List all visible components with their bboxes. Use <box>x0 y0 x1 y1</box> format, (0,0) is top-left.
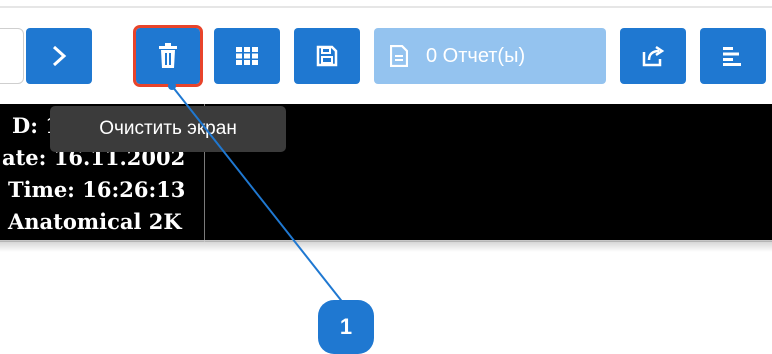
align-left-icon <box>723 46 743 66</box>
viewer-shadow <box>0 240 772 252</box>
input-field-edge[interactable] <box>0 28 24 84</box>
grid-layout-button[interactable] <box>214 28 280 84</box>
report-button[interactable]: 0 Отчет(ы) <box>374 28 606 84</box>
save-button[interactable] <box>294 28 360 84</box>
tooltip: Очистить экран <box>50 106 286 152</box>
toolbar: 0 Отчет(ы) <box>0 20 772 104</box>
report-count-label: 0 Отчет(ы) <box>426 44 526 67</box>
next-button[interactable] <box>26 28 92 84</box>
dicom-time-line: Time: 16:26:13 <box>8 177 186 202</box>
share-icon <box>641 44 665 68</box>
grid-icon <box>236 47 258 65</box>
trash-icon <box>157 43 179 69</box>
top-divider <box>0 6 772 8</box>
document-icon <box>390 45 408 67</box>
clear-screen-button[interactable] <box>133 25 203 87</box>
align-left-button[interactable] <box>700 28 766 84</box>
dicom-protocol-line: Anatomical 2K <box>8 209 182 234</box>
callout-badge: 1 <box>318 300 374 354</box>
chevron-right-icon <box>51 44 67 68</box>
share-button[interactable] <box>620 28 686 84</box>
save-icon <box>316 45 338 67</box>
